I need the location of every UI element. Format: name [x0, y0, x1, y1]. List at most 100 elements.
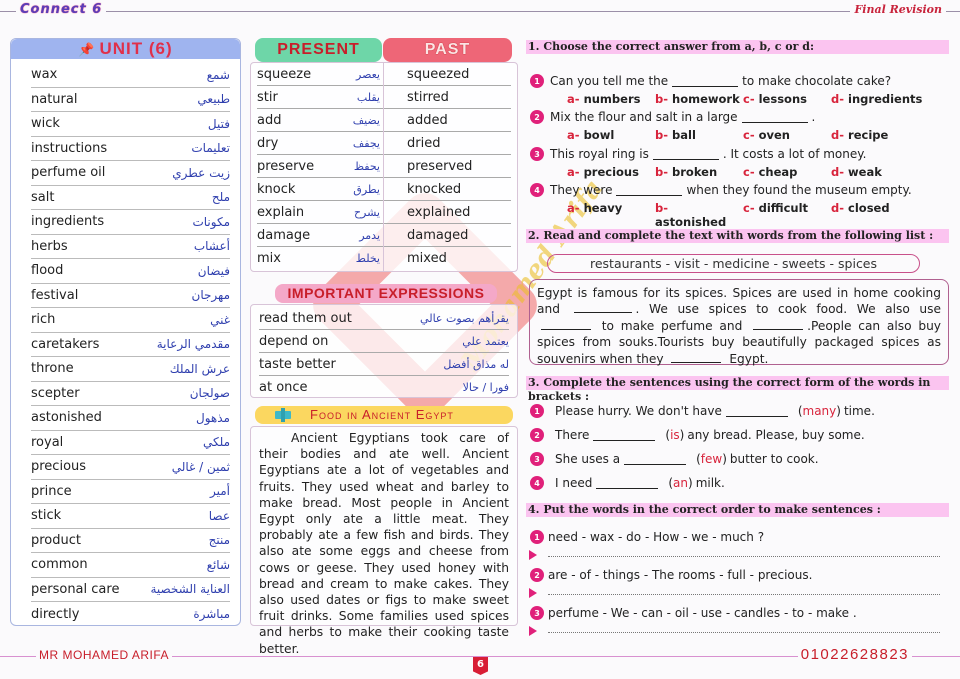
food-icon: [275, 408, 291, 422]
question-row: 3 This royal ring is . It costs a lot of m…: [530, 147, 866, 161]
answer-blank[interactable]: [671, 352, 722, 363]
expressions-header: IMPORTANT EXPRESSIONS: [275, 284, 497, 303]
option-letter: b-: [655, 165, 669, 179]
verb-row: mix يخلط mixed: [257, 247, 511, 270]
english-word: directly: [31, 606, 80, 622]
scrambled-words: are - of - things - The rooms - full - p…: [548, 568, 813, 582]
answer-blank[interactable]: [541, 319, 591, 330]
vocabulary-row: common شائع: [31, 553, 230, 578]
arabic-meaning: عرش الملك: [169, 361, 230, 376]
answer-option[interactable]: c- cheap: [743, 165, 831, 179]
answer-option[interactable]: d- closed: [831, 201, 890, 229]
answer-option[interactable]: d- recipe: [831, 128, 888, 142]
verb-row: squeeze يعصر squeezed: [257, 63, 511, 86]
answer-line[interactable]: [548, 632, 940, 633]
answer-option[interactable]: a- bowl: [567, 128, 655, 142]
expression-row: at once فورا / حالا: [259, 376, 509, 399]
vocabulary-row: flood فيضان: [31, 259, 230, 284]
verb-table: squeeze يعصر squeezed stir يقلب stirred add يضي…: [250, 62, 518, 272]
arabic-meaning: العناية الشخصية: [150, 582, 230, 597]
present-verb: dry: [257, 135, 279, 151]
unit-title: UNIT (6): [99, 39, 173, 58]
expression: taste better: [259, 356, 336, 372]
answer-option[interactable]: c- lessons: [743, 92, 831, 106]
answer-option[interactable]: c- difficult: [743, 201, 831, 229]
answer-blank[interactable]: [624, 454, 687, 465]
english-word: wick: [31, 116, 60, 132]
option-letter: a-: [567, 128, 580, 142]
verb-row: knock يطرق knocked: [257, 178, 511, 201]
arabic-meaning: يقرأهم بصوت عالي: [420, 311, 509, 325]
answer-line[interactable]: [548, 594, 940, 595]
question-row: 1 Can you tell me the to make chocolate ca…: [530, 74, 891, 88]
english-word: prince: [31, 483, 72, 499]
arabic-meaning: يحفظ: [353, 159, 380, 173]
answer-option[interactable]: a- heavy: [567, 201, 655, 229]
option-letter: b-: [655, 92, 669, 106]
present-verb: explain: [257, 204, 305, 220]
arabic-meaning: يشرح: [353, 205, 380, 219]
answer-option[interactable]: d- ingredients: [831, 92, 922, 106]
option-letter: c-: [743, 92, 755, 106]
option-text: recipe: [848, 128, 889, 142]
option-text: lessons: [758, 92, 807, 106]
answer-option[interactable]: a- numbers: [567, 92, 655, 106]
option-text: oven: [758, 128, 790, 142]
vocabulary-row: directly مباشرة: [31, 602, 230, 627]
expressions-list: read them out يقرأهم بصوت عالي depend on يع…: [250, 304, 518, 398]
english-word: royal: [31, 434, 64, 450]
arabic-meaning: يضيف: [352, 113, 380, 127]
arabic-meaning: يخلط: [355, 252, 380, 265]
answer-option[interactable]: b- ball: [655, 128, 743, 142]
answer-blank[interactable]: [725, 406, 788, 417]
vocabulary-row: scepter صولجان: [31, 382, 230, 406]
answer-option[interactable]: b- broken: [655, 165, 743, 179]
answer-blank[interactable]: [741, 112, 808, 123]
answer-option[interactable]: b- homework: [655, 92, 743, 106]
passage-text: . We use spices to cook food. We also us…: [635, 302, 941, 317]
option-letter: c-: [743, 165, 755, 179]
option-letter: d-: [831, 201, 845, 215]
answer-blank[interactable]: [652, 149, 719, 160]
present-verb: preserve: [257, 158, 315, 174]
english-word: product: [31, 532, 82, 548]
english-word: astonished: [31, 410, 102, 426]
sentence-text: butter to cook.: [729, 452, 819, 466]
question-text: . It costs a lot of money.: [722, 147, 867, 161]
bracket-word: (many): [797, 404, 841, 418]
option-text: broken: [672, 165, 718, 179]
expression: read them out: [259, 310, 352, 326]
arrow-icon: [529, 588, 537, 598]
arabic-meaning: ثمين / غالي: [171, 459, 230, 474]
answer-option[interactable]: c- oven: [743, 128, 831, 142]
expression-row: taste better له مذاق أفضل: [259, 353, 509, 376]
english-word: salt: [31, 189, 55, 205]
sentence-text: milk.: [695, 476, 725, 490]
answer-blank[interactable]: [593, 430, 656, 441]
answer-blank[interactable]: [596, 478, 659, 489]
answer-line[interactable]: [548, 556, 940, 557]
verb-row: dry يجفف dried: [257, 132, 511, 155]
answer-blank[interactable]: [616, 185, 683, 196]
answer-blank[interactable]: [573, 302, 632, 314]
phone-number: 01022628823: [797, 646, 912, 663]
question-number-badge: 3: [530, 452, 544, 466]
answer-option[interactable]: b- astonished: [655, 201, 743, 229]
verb-row: explain يشرح explained: [257, 201, 511, 224]
answer-option[interactable]: a- precious: [567, 165, 655, 179]
arabic-meaning: يعتمد علي: [462, 334, 509, 348]
answer-blank[interactable]: [753, 319, 804, 330]
sentence-text: There: [555, 428, 590, 442]
answer-option[interactable]: d- weak: [831, 165, 882, 179]
option-letter: a-: [567, 201, 580, 215]
english-word: instructions: [31, 140, 108, 156]
vocabulary-row: product منتج: [31, 529, 230, 553]
arabic-meaning: ملح: [211, 190, 230, 205]
vocabulary-row: caretakers مقدمي الرعاية: [31, 333, 230, 357]
answer-blank[interactable]: [672, 76, 739, 87]
present-header: PRESENT: [255, 38, 382, 62]
sentence-row: 3 She uses a (few) butter to cook.: [530, 452, 819, 466]
arabic-meaning: مكونات: [192, 214, 230, 229]
english-word: common: [31, 557, 88, 573]
question-number-badge: 2: [530, 110, 544, 124]
